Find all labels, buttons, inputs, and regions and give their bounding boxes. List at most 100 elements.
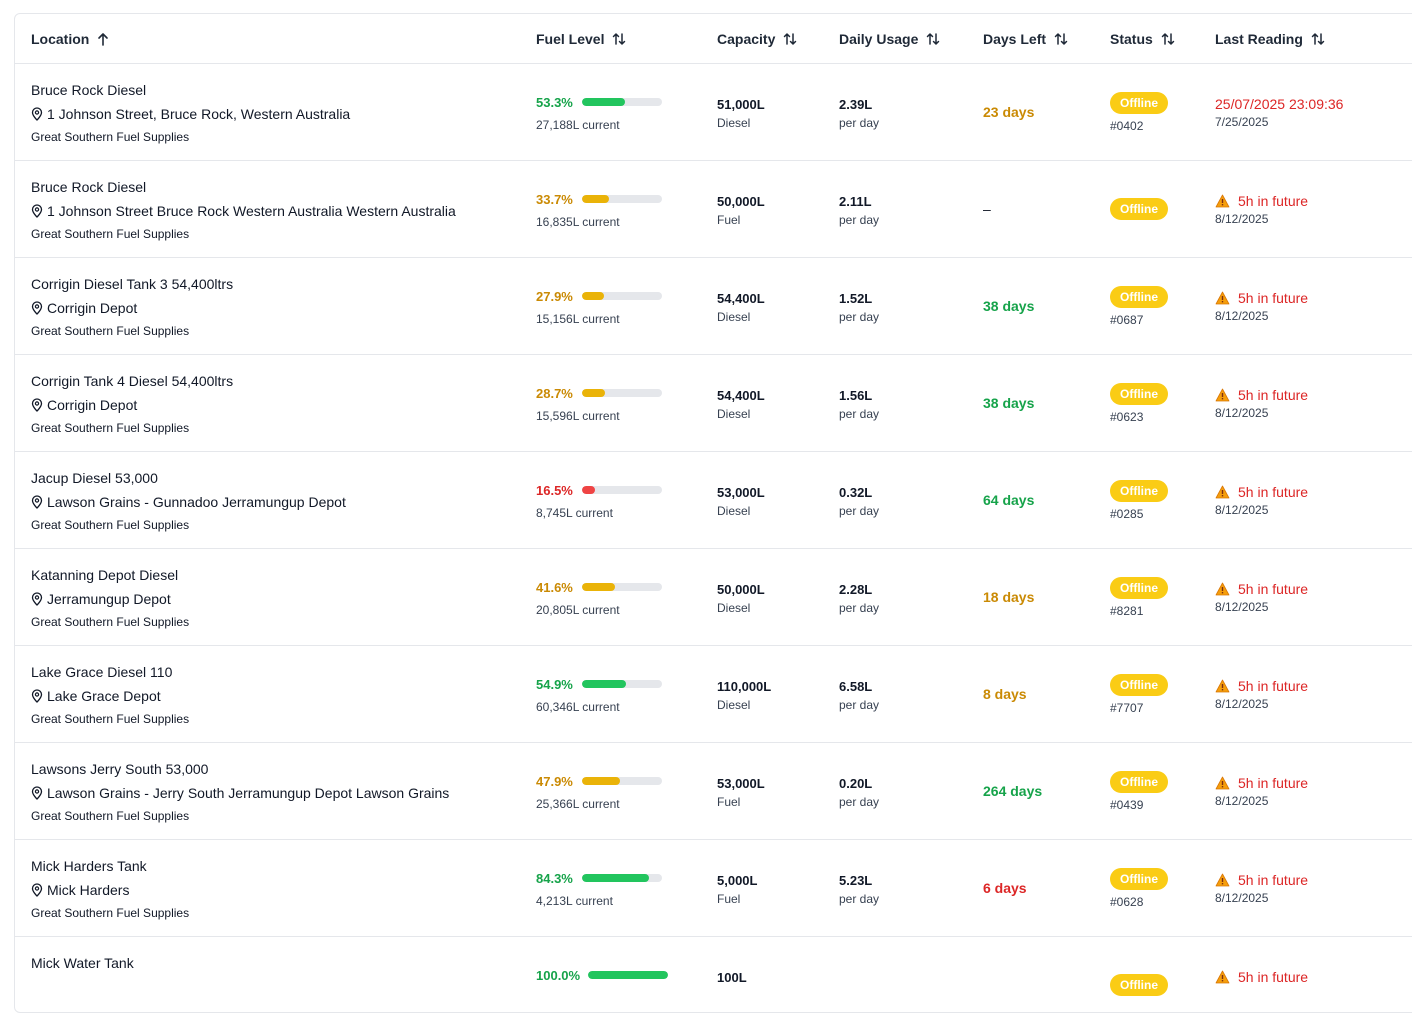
status-badge: Offline — [1110, 383, 1168, 405]
tank-name: Mick Harders Tank — [31, 858, 147, 874]
tank-address-text: Corrigin Depot — [47, 300, 138, 316]
last-reading-text: 5h in future — [1238, 193, 1309, 209]
days-left: 8 days — [983, 686, 1027, 702]
fuel-percentage: 54.9% — [536, 677, 573, 692]
fuel-type: Diesel — [717, 116, 751, 130]
status-badge: Offline — [1110, 868, 1168, 890]
column-header-label: Fuel Level — [536, 31, 605, 47]
last-reading-text: 5h in future — [1238, 775, 1309, 791]
table-row[interactable]: Corrigin Tank 4 Diesel 54,400ltrs Corrigi… — [15, 355, 1412, 452]
capacity-value: 53,000L — [717, 776, 765, 791]
fuel-percentage: 84.3% — [536, 871, 573, 886]
fuel-percentage: 16.5% — [536, 483, 573, 498]
last-reading-text: 5h in future — [1238, 290, 1309, 306]
fuel-percentage: 33.7% — [536, 192, 573, 207]
device-id: #0402 — [1110, 119, 1144, 133]
map-pin-icon — [31, 204, 43, 218]
warning-icon — [1215, 194, 1230, 208]
fuel-type: Diesel — [717, 310, 751, 324]
map-pin-icon — [31, 786, 43, 800]
column-header-status[interactable]: Status — [1110, 14, 1175, 64]
device-id: #0285 — [1110, 507, 1144, 521]
last-reading-text: 5h in future — [1238, 387, 1309, 403]
daily-usage-value: 2.39L — [839, 97, 873, 112]
tank-address: Jerramungup Depot — [31, 591, 171, 607]
column-header-daily-usage[interactable]: Daily Usage — [839, 14, 940, 64]
tank-address-text: 1 Johnson Street, Bruce Rock, Western Au… — [47, 106, 351, 122]
last-reading-date: 8/12/2025 — [1215, 697, 1269, 711]
tank-address-text: Mick Harders — [47, 882, 130, 898]
tank-supplier: Great Southern Fuel Supplies — [31, 130, 190, 144]
column-header-label: Capacity — [717, 31, 776, 47]
status-badge: Offline — [1110, 974, 1168, 996]
tank-name: Lawsons Jerry South 53,000 — [31, 761, 209, 777]
table-row[interactable]: Bruce Rock Diesel 1 Johnson Street Bruce … — [15, 161, 1412, 258]
status-badge: Offline — [1110, 674, 1168, 696]
fuel-percentage: 28.7% — [536, 386, 573, 401]
table-row[interactable]: Mick Water Tank 100.0% 100L Offline 5h in fu… — [15, 937, 1412, 1012]
table-row[interactable]: Corrigin Diesel Tank 3 54,400ltrs Corrigi… — [15, 258, 1412, 355]
column-header-fuel-level[interactable]: Fuel Level — [536, 14, 626, 64]
tank-address: Corrigin Depot — [31, 300, 137, 316]
sort-icon — [926, 32, 940, 46]
days-left: 64 days — [983, 492, 1035, 508]
table-row[interactable]: Lake Grace Diesel 110 Lake Grace Depot Gre… — [15, 646, 1412, 743]
last-reading-time: 5h in future — [1215, 193, 1308, 209]
map-pin-icon — [31, 398, 43, 412]
tank-address-text: Lawson Grains - Jerry South Jerramungup … — [47, 785, 450, 801]
daily-usage-value: 0.20L — [839, 776, 873, 791]
last-reading-text: 5h in future — [1238, 678, 1309, 694]
fuel-level-bar — [582, 874, 662, 882]
tank-address: Corrigin Depot — [31, 397, 137, 413]
fuel-level-fill — [582, 389, 605, 397]
fuel-level-fill — [582, 680, 626, 688]
status-badge: Offline — [1110, 480, 1168, 502]
column-header-last-reading[interactable]: Last Reading — [1215, 14, 1325, 64]
map-pin-icon — [31, 689, 43, 703]
capacity-value: 5,000L — [717, 873, 758, 888]
table-row[interactable]: Katanning Depot Diesel Jerramungup Depot G… — [15, 549, 1412, 646]
fuel-type: Diesel — [717, 407, 751, 421]
fuel-type: Fuel — [717, 892, 741, 906]
fuel-percentage: 53.3% — [536, 95, 573, 110]
last-reading-time: 5h in future — [1215, 290, 1308, 306]
daily-usage-value: 2.28L — [839, 582, 873, 597]
tank-address: Mick Harders — [31, 882, 129, 898]
last-reading-time: 5h in future — [1215, 484, 1308, 500]
sort-icon — [1311, 32, 1325, 46]
status-badge: Offline — [1110, 771, 1168, 793]
status-badge: Offline — [1110, 286, 1168, 308]
fuel-current-litres: 15,596L current — [536, 409, 620, 423]
column-header-label: Location — [31, 31, 90, 47]
last-reading-date: 8/12/2025 — [1215, 794, 1269, 808]
tank-supplier: Great Southern Fuel Supplies — [31, 227, 190, 241]
table-row[interactable]: Mick Harders Tank Mick Harders Great South… — [15, 840, 1412, 937]
warning-icon — [1215, 970, 1230, 984]
tank-address-text: Lake Grace Depot — [47, 688, 161, 704]
tank-name: Bruce Rock Diesel — [31, 179, 147, 195]
days-left: 38 days — [983, 298, 1035, 314]
table-row[interactable]: Lawsons Jerry South 53,000 Lawson Grains … — [15, 743, 1412, 840]
column-header-location[interactable]: Location — [31, 14, 109, 64]
sort-icon — [612, 32, 626, 46]
warning-icon — [1215, 679, 1230, 693]
tank-address: Lawson Grains - Gunnadoo Jerramungup Dep… — [31, 494, 346, 510]
status-badge: Offline — [1110, 198, 1168, 220]
tank-name: Lake Grace Diesel 110 — [31, 664, 173, 680]
column-header-capacity[interactable]: Capacity — [717, 14, 797, 64]
table-row[interactable]: Jacup Diesel 53,000 Lawson Grains - Gunna… — [15, 452, 1412, 549]
fuel-percentage: 47.9% — [536, 774, 573, 789]
fuel-level-fill — [582, 777, 621, 785]
daily-usage-value: 2.11L — [839, 194, 872, 209]
fuel-type: Diesel — [717, 504, 751, 518]
warning-icon — [1215, 291, 1230, 305]
table-row[interactable]: Bruce Rock Diesel 1 Johnson Street, Bruce… — [15, 64, 1412, 161]
fuel-type: Fuel — [717, 213, 741, 227]
daily-usage-unit: per day — [839, 407, 880, 421]
last-reading-date: 8/12/2025 — [1215, 406, 1269, 420]
column-header-days-left[interactable]: Days Left — [983, 14, 1068, 64]
days-left: 38 days — [983, 395, 1035, 411]
days-left: 18 days — [983, 589, 1035, 605]
tank-supplier: Great Southern Fuel Supplies — [31, 906, 190, 920]
days-left: – — [983, 201, 991, 217]
